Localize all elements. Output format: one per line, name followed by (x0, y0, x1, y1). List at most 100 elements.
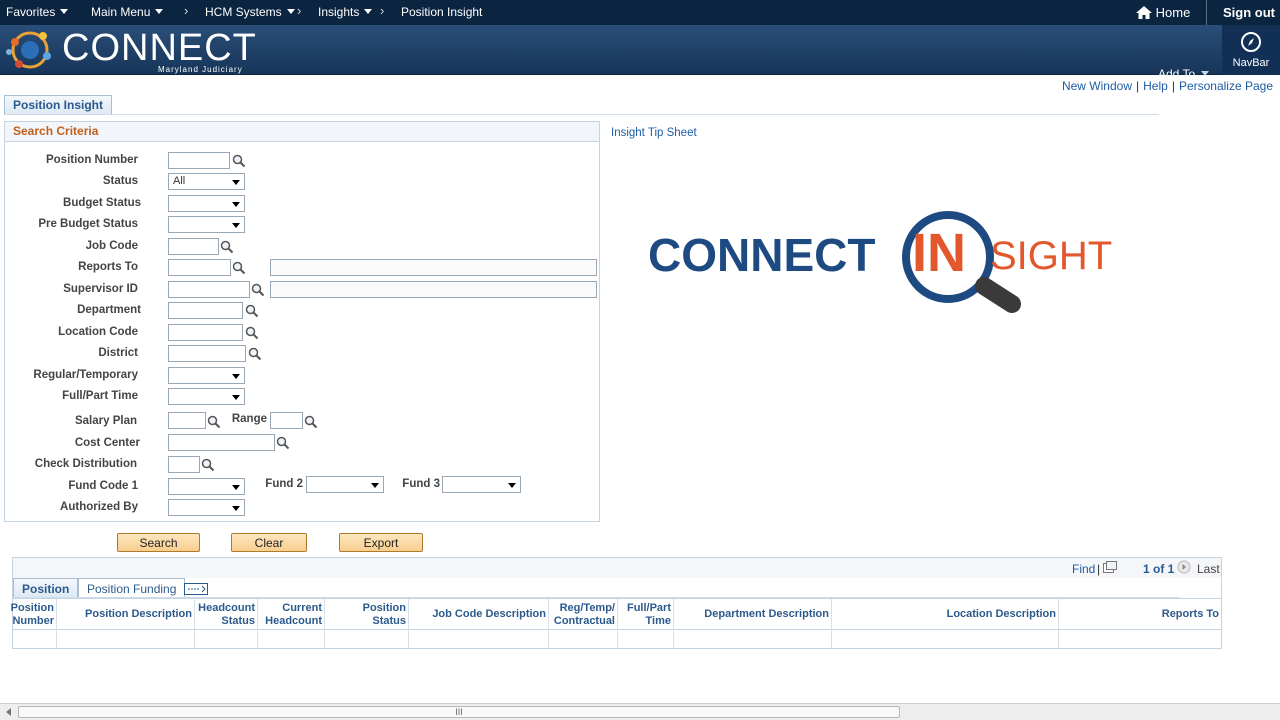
favorites-menu[interactable]: Favorites (6, 5, 69, 19)
salary-plan-input[interactable] (168, 412, 206, 429)
tab-position-insight[interactable]: Position Insight (4, 95, 112, 115)
search-lookup-icon[interactable] (207, 415, 221, 429)
department-label: Department (77, 304, 141, 316)
hcm-systems-label: HCM Systems (205, 5, 282, 19)
table-cell (674, 630, 832, 648)
help-link[interactable]: Help (1143, 79, 1168, 93)
connect-logo-icon (6, 31, 51, 69)
search-lookup-icon[interactable] (232, 154, 246, 168)
scrollbar-grip: III (455, 707, 463, 717)
district-input[interactable] (168, 345, 246, 362)
grid-tab-position[interactable]: Position (13, 578, 79, 598)
supervisor-id-input[interactable] (168, 281, 250, 298)
table-cell (832, 630, 1059, 648)
show-all-columns-icon[interactable] (184, 583, 208, 595)
column-position-status[interactable]: Position Status (325, 599, 409, 630)
column-department-description[interactable]: Department Description (674, 599, 832, 630)
column-position-description[interactable]: Position Description (57, 599, 195, 630)
full-part-time-label: Full/Part Time (62, 390, 138, 402)
job-code-input[interactable] (168, 238, 219, 255)
insight-logo-sight: SIGHT (990, 234, 1113, 278)
personalize-page-link[interactable]: Personalize Page (1179, 79, 1273, 93)
main-menu[interactable]: Main Menu (91, 5, 164, 19)
authorized-by-select[interactable] (168, 499, 245, 516)
column-reg-temp-contractual[interactable]: Reg/Temp/ Contractual (549, 599, 618, 630)
grid-tab-position-funding[interactable]: Position Funding (78, 578, 186, 598)
home-label: Home (1155, 5, 1191, 20)
fund-2-select[interactable] (306, 476, 384, 493)
status-select-value: All (173, 175, 186, 187)
fund-3-select[interactable] (442, 476, 521, 493)
budget-status-select[interactable] (168, 195, 245, 212)
search-lookup-icon[interactable] (245, 304, 259, 318)
range-input[interactable] (270, 412, 303, 429)
breadcrumb-separator-icon: › (297, 3, 302, 18)
column-location-description[interactable]: Location Description (832, 599, 1059, 630)
export-button[interactable]: Export (339, 533, 423, 552)
reports-to-description-field (270, 259, 597, 276)
new-window-link[interactable]: New Window (1062, 79, 1132, 93)
home-icon (1136, 6, 1152, 19)
position-number-label: Position Number (45, 154, 138, 166)
search-lookup-icon[interactable] (220, 240, 234, 254)
district-label: District (98, 347, 138, 359)
last-link[interactable]: Last (1197, 562, 1220, 576)
column-headcount-status[interactable]: Headcount Status (195, 599, 258, 630)
link-separator: | (1171, 79, 1175, 93)
search-button[interactable]: Search (117, 533, 200, 552)
table-cell (549, 630, 618, 648)
brand-bar: CONNECT Maryland Judiciary Add To (0, 25, 1280, 81)
search-lookup-icon[interactable] (245, 326, 259, 340)
location-code-label: Location Code (58, 326, 138, 338)
insight-logo-connect: CONNECT (648, 229, 876, 281)
column-full-part-time[interactable]: Full/Part Time (618, 599, 674, 630)
sign-out-link[interactable]: Sign out (1206, 0, 1280, 25)
scroll-left-icon[interactable] (4, 707, 14, 717)
column-reports-to[interactable]: Reports To (1059, 599, 1221, 630)
budget-status-label: Budget Status (63, 197, 141, 209)
navbar-button[interactable]: NavBar (1222, 25, 1280, 75)
department-input[interactable] (168, 302, 243, 319)
table-cell (195, 630, 258, 648)
full-part-time-select[interactable] (168, 388, 245, 405)
search-lookup-icon[interactable] (251, 283, 265, 297)
scrollbar-thumb[interactable]: III (18, 706, 900, 718)
compass-icon (1241, 32, 1261, 52)
grid-toolbar-separator: | (1097, 562, 1101, 576)
search-lookup-icon[interactable] (276, 436, 290, 450)
home-link[interactable]: Home (1136, 5, 1190, 20)
status-select[interactable]: All (168, 173, 245, 190)
reports-to-label: Reports To (78, 261, 138, 273)
reports-to-input[interactable] (168, 259, 231, 276)
grid-toolbar: Find | 1 of 1 Last (13, 558, 1221, 578)
regular-temporary-select[interactable] (168, 367, 245, 384)
horizontal-scrollbar[interactable]: III (0, 703, 1280, 720)
breadcrumb-insights[interactable]: Insights (318, 5, 373, 19)
find-link[interactable]: Find (1072, 562, 1095, 576)
clear-button[interactable]: Clear (231, 533, 307, 552)
fund-3-label: Fund 3 (402, 478, 440, 490)
pre-budget-status-select[interactable] (168, 216, 245, 233)
fund-2-label: Fund 2 (265, 478, 303, 490)
table-cell (57, 630, 195, 648)
check-distribution-input[interactable] (168, 456, 200, 473)
column-position-number[interactable]: Position Number (11, 599, 57, 630)
fund-code-1-label: Fund Code 1 (68, 480, 138, 492)
search-lookup-icon[interactable] (248, 347, 262, 361)
regular-temporary-label: Regular/Temporary (33, 369, 138, 381)
position-number-input[interactable] (168, 152, 230, 169)
breadcrumb-hcm-systems[interactable]: HCM Systems (205, 5, 295, 19)
next-arrow-icon[interactable] (1177, 560, 1191, 574)
location-code-input[interactable] (168, 324, 243, 341)
chevron-down-icon (60, 9, 69, 14)
insight-tip-sheet-link[interactable]: Insight Tip Sheet (611, 127, 697, 139)
fund-code-1-select[interactable] (168, 478, 245, 495)
column-job-code-description[interactable]: Job Code Description (409, 599, 549, 630)
view-all-icon[interactable] (1103, 561, 1117, 573)
search-lookup-icon[interactable] (304, 415, 318, 429)
cost-center-input[interactable] (168, 434, 275, 451)
brand-logo-text: CONNECT (62, 27, 257, 69)
search-lookup-icon[interactable] (232, 261, 246, 275)
column-current-headcount[interactable]: Current Headcount (258, 599, 325, 630)
search-lookup-icon[interactable] (201, 458, 215, 472)
